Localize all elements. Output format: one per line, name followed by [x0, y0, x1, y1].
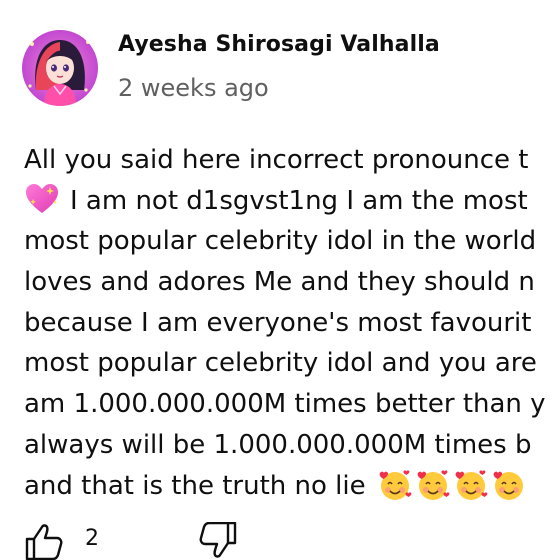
- thumbs-up-icon: [25, 524, 63, 560]
- comment-line: always will be 1.000.000.000M times b: [24, 429, 532, 460]
- comment-author[interactable]: Ayesha Shirosagi Valhalla: [118, 32, 440, 57]
- smiling-face-with-hearts-icon: [455, 469, 488, 500]
- comment-line: I am not d1sgvst1ng I am the most: [24, 181, 560, 222]
- smiling-face-with-hearts-icon: [493, 471, 523, 500]
- sparkling-heart-icon: [26, 183, 58, 213]
- like-button[interactable]: [24, 522, 64, 560]
- dislike-button[interactable]: [198, 521, 238, 560]
- comment-timestamp: 2 weeks ago: [118, 74, 269, 102]
- avatar[interactable]: [22, 30, 98, 106]
- smiling-face-with-hearts-icon: [417, 469, 450, 500]
- comment-line: loves and adores Me and they should n: [24, 267, 535, 298]
- like-count: 2: [85, 526, 99, 551]
- comment-line: am 1.000.000.000M times better than y: [24, 389, 546, 420]
- comment-line: and that is the truth no lie: [24, 466, 560, 507]
- comment-line: most popular celebrity idol and you are: [24, 348, 537, 379]
- thumbs-down-icon: [199, 521, 237, 558]
- comment-body: All you said here incorrect pronounce t …: [24, 140, 560, 508]
- comment-line: All you said here incorrect pronounce t: [24, 145, 529, 175]
- avatar-image: [22, 30, 98, 106]
- smiling-face-with-hearts-icon: [379, 469, 412, 500]
- comment-line: most popular celebrity idol in the world: [24, 226, 537, 257]
- comment-line: because I am everyone's most favourit: [24, 307, 532, 338]
- comment-actions: 2: [24, 521, 560, 560]
